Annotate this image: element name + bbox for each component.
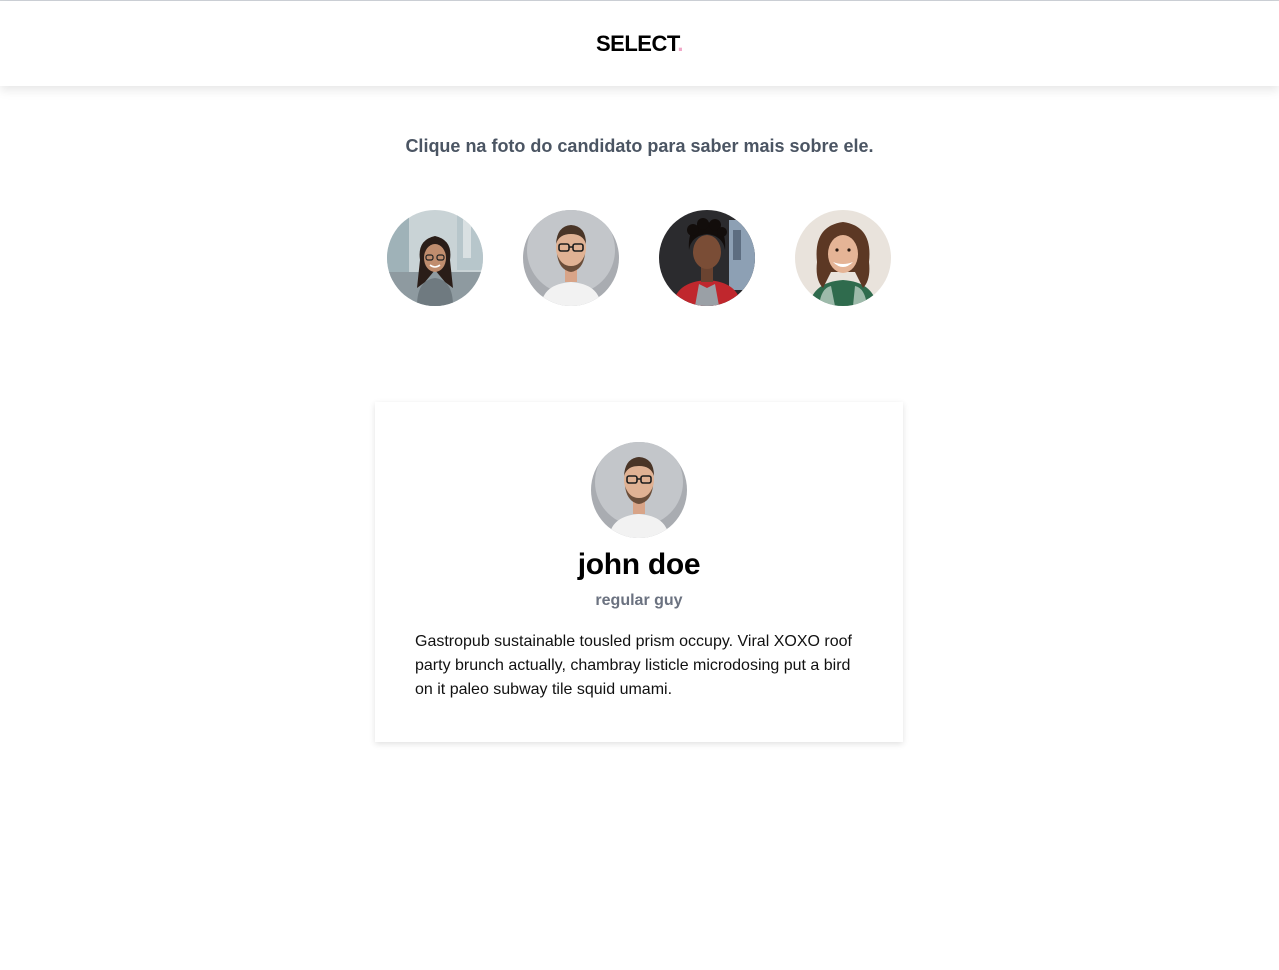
- candidate-avatar-2[interactable]: [523, 210, 619, 306]
- candidate-avatar-1[interactable]: [387, 210, 483, 306]
- header: SELECT.: [0, 1, 1279, 86]
- candidate-bio: Gastropub sustainable tousled prism occu…: [415, 633, 852, 698]
- candidate-card: john doe regular guy Gastropub sustainab…: [375, 402, 903, 742]
- selected-candidate-avatar: [591, 442, 687, 538]
- instructions-text: Clique na foto do candidato para saber m…: [405, 136, 874, 156]
- man-glasses-beard-photo-icon: [591, 442, 687, 538]
- logo[interactable]: SELECT.: [596, 31, 683, 57]
- candidate-avatar-4[interactable]: [795, 210, 891, 306]
- woman-glasses-street-photo-icon: [387, 210, 483, 306]
- candidate-name: john doe: [577, 548, 701, 581]
- woman-curly-hair-smiling-photo-icon: [795, 210, 891, 306]
- logo-dot: .: [677, 30, 683, 56]
- logo-text: SELECT: [596, 30, 678, 56]
- young-man-curly-hair-photo-icon: [659, 210, 755, 306]
- man-glasses-beard-photo-icon: [523, 210, 619, 306]
- candidate-role: regular guy: [595, 592, 683, 609]
- candidate-list: [387, 210, 891, 306]
- candidate-avatar-3[interactable]: [659, 210, 755, 306]
